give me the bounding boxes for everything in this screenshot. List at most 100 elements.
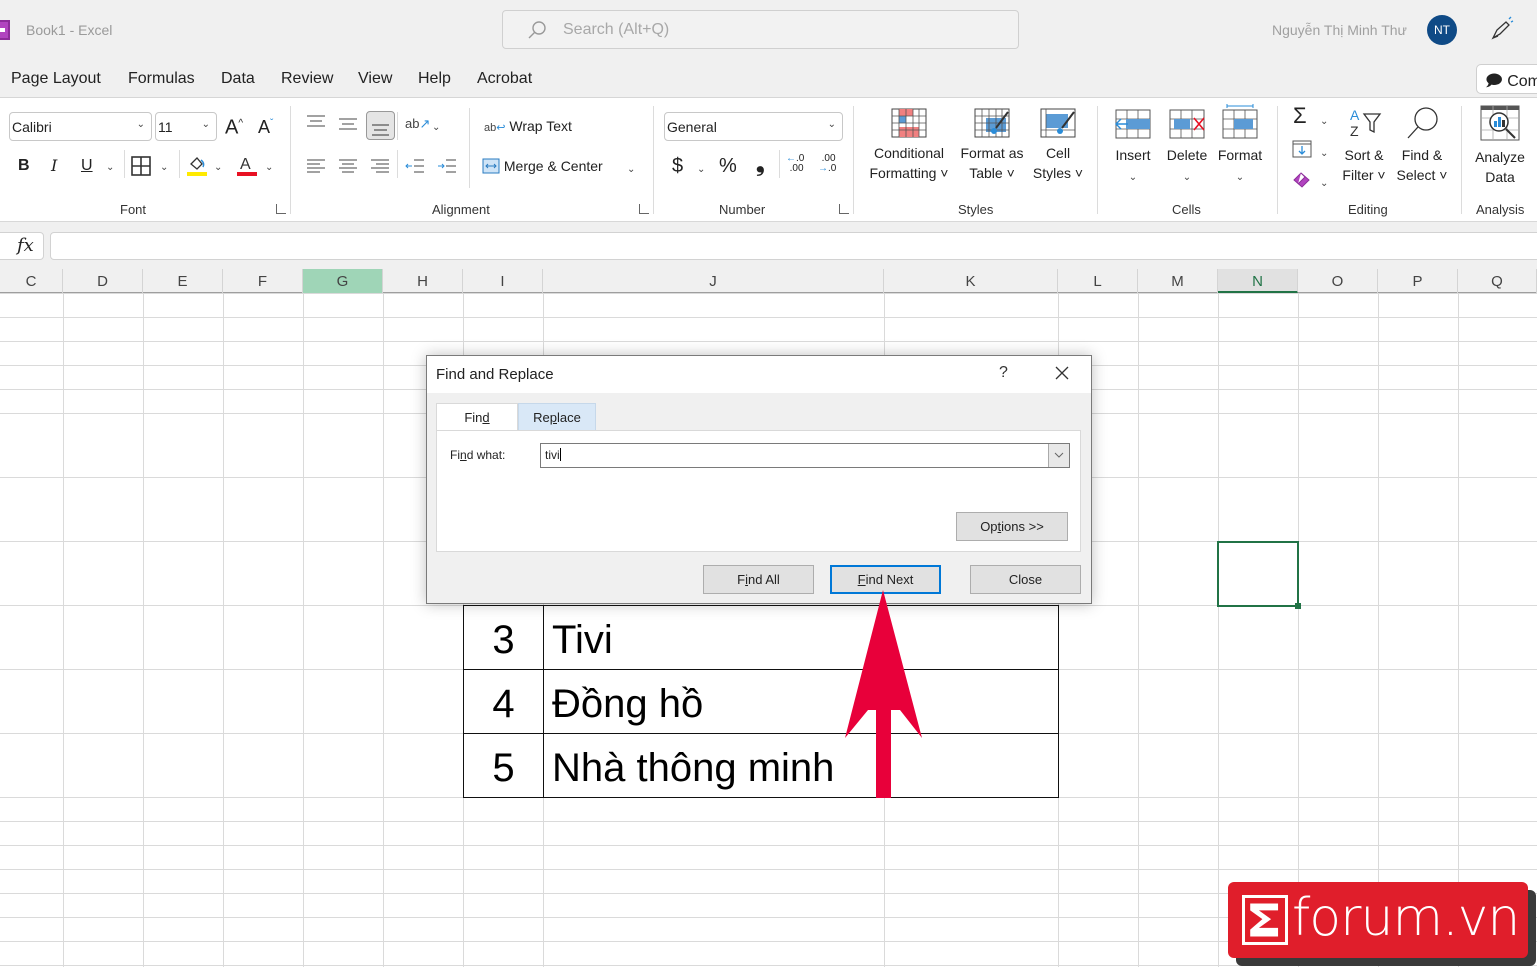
format-as-table-button[interactable]: Format as Table ˅ <box>956 108 1028 183</box>
tab-find[interactable]: Find <box>436 403 518 431</box>
clear-dropdown-icon[interactable]: ⌄ <box>1320 174 1328 194</box>
find-select-button[interactable]: Find & Select ˅ <box>1394 106 1450 185</box>
currency-button[interactable]: $ <box>672 156 683 176</box>
orientation-dropdown-icon[interactable]: ⌄ <box>432 118 440 138</box>
merge-center-button[interactable]: Merge & Center <box>482 156 603 176</box>
column-header-e[interactable]: E <box>143 269 223 293</box>
column-header-n[interactable]: N <box>1218 269 1298 293</box>
analyze-data-button[interactable]: Analyze Data <box>1470 104 1530 187</box>
column-header-g[interactable]: G <box>303 269 383 293</box>
align-left-icon[interactable] <box>306 158 326 174</box>
tab-data[interactable]: Data <box>221 70 255 88</box>
font-name-dropdown[interactable]: Calibri ⌄ <box>9 112 152 141</box>
currency-dropdown-icon[interactable]: ⌄ <box>697 160 705 180</box>
tab-page-layout[interactable]: Page Layout <box>11 70 101 88</box>
column-header-l[interactable]: L <box>1058 269 1138 293</box>
sort-filter-button[interactable]: AZ Sort & Filter ˅ <box>1338 106 1390 185</box>
insert-cells-button[interactable]: Insert ⌄ <box>1110 108 1156 188</box>
font-size-dropdown[interactable]: 11 ⌄ <box>155 112 217 141</box>
help-button[interactable]: ? <box>999 364 1008 382</box>
svg-text:Z: Z <box>1350 123 1359 139</box>
fill-dropdown-icon[interactable]: ⌄ <box>1320 144 1328 164</box>
formula-input[interactable] <box>50 232 1537 260</box>
column-header-o[interactable]: O <box>1298 269 1378 293</box>
tab-review[interactable]: Review <box>281 70 333 88</box>
autosum-dropdown-icon[interactable]: ⌄ <box>1320 112 1328 132</box>
align-middle-icon[interactable] <box>338 116 358 132</box>
increase-font-size-icon[interactable]: A^ <box>225 114 243 138</box>
tab-replace[interactable]: Replace <box>518 403 596 430</box>
number-format-dropdown[interactable]: General ⌄ <box>664 112 843 141</box>
increase-indent-icon[interactable] <box>437 158 457 174</box>
underline-dropdown-icon[interactable]: ⌄ <box>106 158 114 178</box>
cell-styles-button[interactable]: Cell Styles ˅ <box>1030 108 1086 183</box>
fill-color-icon[interactable] <box>186 154 208 178</box>
table-cell-name[interactable]: Đồng hồ <box>543 669 1059 734</box>
avatar[interactable]: NT <box>1427 15 1457 45</box>
find-what-input[interactable]: tivi <box>540 443 1070 468</box>
borders-icon[interactable] <box>131 156 151 176</box>
column-header-i[interactable]: I <box>463 269 543 293</box>
comments-button[interactable]: 🗩 Com <box>1476 64 1537 94</box>
italic-button[interactable]: I <box>51 156 57 176</box>
align-top-icon[interactable] <box>306 114 326 130</box>
decrease-decimal-icon[interactable]: .00 →.0 <box>818 154 836 174</box>
font-color-dropdown-icon[interactable]: ⌄ <box>265 158 273 178</box>
dialog-titlebar[interactable]: Find and Replace ? <box>427 356 1091 393</box>
format-cells-button[interactable]: Format ⌄ <box>1213 104 1267 188</box>
orientation-icon[interactable]: ab↗ <box>405 114 430 134</box>
insert-function-button[interactable]: fx <box>0 232 44 260</box>
close-icon[interactable] <box>1051 362 1073 384</box>
fill-color-dropdown-icon[interactable]: ⌄ <box>214 158 222 178</box>
comma-style-button[interactable]: ❟ <box>756 153 765 175</box>
tab-help[interactable]: Help <box>418 70 451 88</box>
table-cell-number[interactable]: 4 <box>463 669 544 734</box>
column-header-d[interactable]: D <box>63 269 143 293</box>
column-header-m[interactable]: M <box>1138 269 1218 293</box>
tab-formulas[interactable]: Formulas <box>128 70 195 88</box>
fill-icon[interactable] <box>1292 140 1312 158</box>
column-header-c[interactable]: C <box>0 269 63 293</box>
find-all-button[interactable]: Find All <box>703 565 814 594</box>
options-button[interactable]: Options >> <box>956 512 1068 541</box>
delete-cells-button[interactable]: Delete ⌄ <box>1162 108 1212 188</box>
underline-button[interactable]: U <box>81 156 93 176</box>
column-header-p[interactable]: P <box>1378 269 1458 293</box>
autosum-icon[interactable]: Σ <box>1293 105 1307 127</box>
percent-button[interactable]: % <box>719 156 737 176</box>
increase-decimal-icon[interactable]: ←.0 .00 <box>786 154 804 174</box>
table-cell-number[interactable]: 3 <box>463 605 544 670</box>
number-dialog-launcher-icon[interactable] <box>839 204 849 214</box>
merge-dropdown-icon[interactable]: ⌄ <box>627 160 635 180</box>
column-header-q[interactable]: Q <box>1458 269 1537 293</box>
find-what-dropdown[interactable] <box>1048 444 1069 467</box>
borders-dropdown-icon[interactable]: ⌄ <box>160 158 168 178</box>
align-bottom-button[interactable] <box>366 111 395 140</box>
alignment-dialog-launcher-icon[interactable] <box>639 204 649 214</box>
align-right-icon[interactable] <box>370 158 390 174</box>
font-dialog-launcher-icon[interactable] <box>276 204 286 214</box>
column-header-k[interactable]: K <box>884 269 1058 293</box>
column-header-j[interactable]: J <box>543 269 884 293</box>
column-header-f[interactable]: F <box>223 269 303 293</box>
fill-handle[interactable] <box>1295 603 1301 609</box>
table-cell-name[interactable]: Tivi <box>543 605 1059 670</box>
table-cell-name[interactable]: Nhà thông minh <box>543 733 1059 798</box>
active-cell-selection[interactable] <box>1217 541 1299 607</box>
tab-view[interactable]: View <box>358 70 392 88</box>
coauthoring-pen-icon[interactable] <box>1490 16 1514 42</box>
close-button[interactable]: Close <box>970 565 1081 594</box>
font-color-icon[interactable]: A <box>236 154 258 178</box>
decrease-font-size-icon[interactable]: Aˇ <box>258 114 273 137</box>
column-header-h[interactable]: H <box>383 269 463 293</box>
bold-button[interactable]: B <box>18 156 30 176</box>
wrap-text-button[interactable]: ab↩ Wrap Text <box>484 116 572 138</box>
decrease-indent-icon[interactable] <box>405 158 425 174</box>
tab-acrobat[interactable]: Acrobat <box>477 70 532 88</box>
user-name[interactable]: Nguyễn Thị Minh Thư <box>1272 22 1407 38</box>
search-box[interactable]: Search (Alt+Q) <box>502 10 1019 49</box>
align-center-icon[interactable] <box>338 158 358 174</box>
conditional-formatting-button[interactable]: Conditional Formatting ˅ <box>866 108 952 183</box>
clear-eraser-icon[interactable] <box>1292 170 1312 190</box>
table-cell-number[interactable]: 5 <box>463 733 544 798</box>
